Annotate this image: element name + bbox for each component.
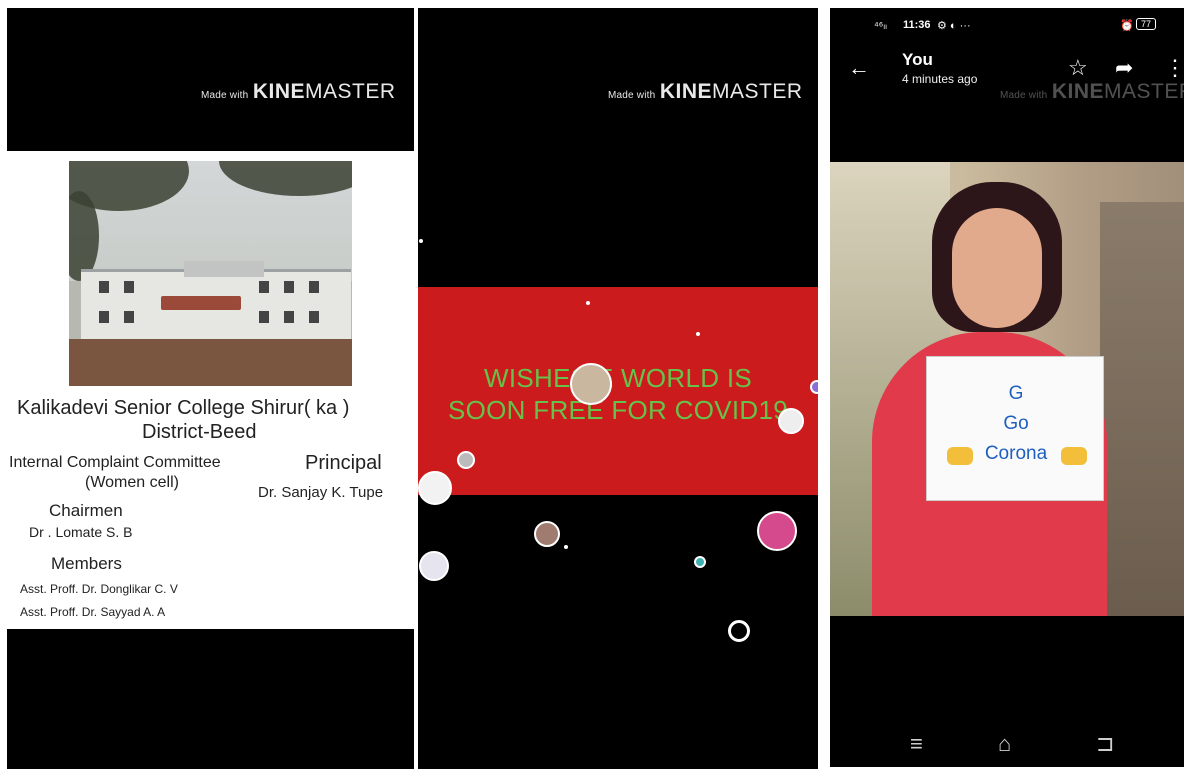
photo-bubble (694, 556, 706, 568)
fist-emoji-icon (947, 447, 973, 465)
banner-line-2: SOON FREE FOR COVID19 (447, 395, 789, 425)
star-icon[interactable]: ☆ (1068, 57, 1088, 79)
committee-title: Internal Complaint Committee (9, 454, 221, 471)
photo-bubble (534, 521, 560, 547)
battery-indicator: 77 (1136, 18, 1157, 30)
members-heading: Members (51, 554, 122, 573)
photo-bubble (728, 620, 750, 642)
sender-name: You (902, 50, 933, 69)
photo-viewer-panel: ⁴⁶ₗₗ 11:36 ⚙ ◐ ··· ⏰ 77 ← You 4 minutes … (830, 8, 1184, 767)
photo-bubble (418, 471, 452, 505)
alarm-icon: ⏰ (1120, 20, 1134, 32)
sent-time: 4 minutes ago (902, 72, 978, 86)
app-header: ⁴⁶ₗₗ 11:36 ⚙ ◐ ··· ⏰ 77 ← You 4 minutes … (830, 8, 1184, 103)
college-building-photo (69, 161, 352, 386)
kinemaster-watermark: Made with KINEMASTER (608, 80, 803, 103)
signal-indicator: ⁴⁶ₗₗ (874, 20, 887, 32)
go-corona-sign: G Go Corona (926, 356, 1104, 501)
home-nav-icon[interactable]: ⌂ (998, 731, 1011, 757)
shared-photo: G Go Corona (830, 162, 1184, 616)
photo-bubble (457, 451, 475, 469)
photo-bubble (757, 511, 797, 551)
photo-bubble (570, 363, 612, 405)
college-name: Kalikadevi Senior College Shirur( ka ) (17, 397, 350, 419)
committee-subtitle: (Women cell) (85, 474, 179, 491)
fist-emoji-icon (1061, 447, 1087, 465)
principal-heading: Principal (305, 452, 382, 474)
member-item: Asst. Proff. Dr. Sayyad A. A (20, 605, 166, 619)
member-item: Asst. Proff. Dr. Donglikar C. V (20, 582, 178, 596)
red-banner: WISHES E WORLD IS SOON FREE FOR COVID19 (418, 287, 818, 505)
banner-line-1: WISHES E WORLD IS (483, 363, 753, 393)
chairman-heading: Chairmen (49, 501, 123, 520)
status-time: 11:36 (903, 19, 931, 31)
share-icon[interactable]: ➦ (1115, 57, 1133, 79)
photo-bubble (778, 408, 804, 434)
kinemaster-watermark: Made with KINEMASTER (201, 80, 396, 103)
college-slide-panel: Made with KINEMASTER Kalikadevi Senior C… (7, 8, 414, 769)
status-extras: ⚙ ◐ ··· (937, 20, 971, 32)
more-vert-icon[interactable]: ⋮ (1164, 57, 1184, 79)
district-label: District-Beed (142, 421, 257, 443)
photo-bubble (810, 380, 818, 394)
chairman-name: Dr . Lomate S. B (29, 524, 133, 540)
photo-bubble (419, 551, 449, 581)
kinemaster-watermark: Made with KINEMASTER (1000, 80, 1184, 103)
principal-name: Dr. Sanjay K. Tupe (258, 484, 384, 501)
back-arrow-icon[interactable]: ← (848, 57, 870, 79)
menu-nav-icon[interactable]: ≡ (910, 731, 923, 757)
back-nav-icon[interactable]: ⊐ (1096, 731, 1114, 757)
covid-banner-panel: Made with KINEMASTER WISHES E WORLD IS S… (418, 8, 818, 769)
college-card: Kalikadevi Senior College Shirur( ka ) D… (7, 151, 414, 629)
